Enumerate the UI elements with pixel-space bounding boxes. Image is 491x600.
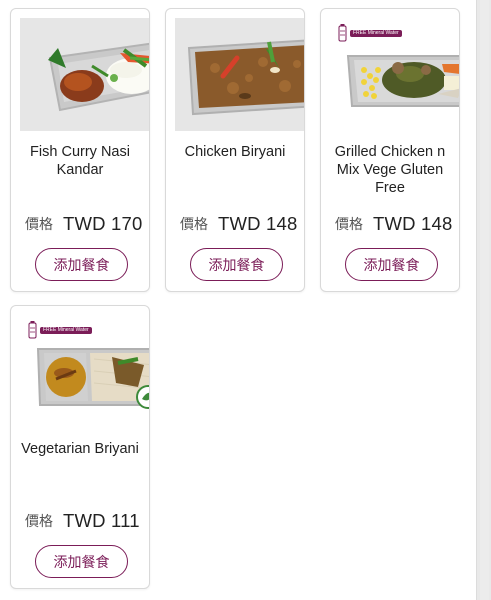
free-water-badge: FREE Mineral Water: [338, 24, 402, 42]
meal-photo-chicken-biryani: [175, 18, 304, 131]
meal-price-row: 價格 TWD 170: [25, 213, 143, 235]
vertical-scrollbar[interactable]: [476, 0, 491, 600]
price-label: 價格: [25, 216, 53, 232]
meal-price-row: 價格 TWD 111: [25, 510, 140, 532]
meal-card: Fish Curry Nasi Kandar 價格 TWD 170 添加餐食: [10, 8, 150, 292]
price-label: 價格: [25, 513, 53, 529]
add-meal-button[interactable]: 添加餐食: [345, 248, 438, 281]
free-water-badge: FREE Mineral Water: [28, 321, 92, 339]
meal-name: Fish Curry Nasi Kandar: [30, 144, 130, 178]
meal-card: Chicken Biryani 價格 TWD 148 添加餐食: [165, 8, 305, 292]
badge-text: FREE Mineral Water: [350, 29, 402, 37]
badge-text: FREE Mineral Water: [40, 326, 92, 334]
meal-price: TWD 170: [63, 213, 143, 234]
meal-price-row: 價格 TWD 148: [180, 213, 298, 235]
add-meal-button[interactable]: 添加餐食: [35, 248, 128, 281]
price-label: 價格: [180, 216, 208, 232]
meal-name: Vegetarian Briyani: [21, 441, 139, 457]
meal-photo-fish-curry: [20, 18, 149, 131]
scrollbar-thumb[interactable]: [480, 0, 489, 600]
add-meal-button[interactable]: 添加餐食: [190, 248, 283, 281]
water-bottle-icon: [338, 24, 347, 42]
meal-selection-page: Fish Curry Nasi Kandar 價格 TWD 170 添加餐食 C…: [0, 0, 491, 600]
meal-card: FREE Mineral Water Vegetarian Briyani 價格…: [10, 305, 150, 589]
meal-price: TWD 148: [373, 213, 453, 234]
water-bottle-icon: [28, 321, 37, 339]
meal-photo-vegetarian-biryani: FREE Mineral Water: [20, 315, 149, 428]
meal-price-row: 價格 TWD 148: [335, 213, 453, 235]
add-meal-button[interactable]: 添加餐食: [35, 545, 128, 578]
meal-card: FREE Mineral Water Grilled Chicken n Mix…: [320, 8, 460, 292]
meal-price: TWD 111: [63, 510, 140, 531]
meal-name: Chicken Biryani: [184, 144, 286, 160]
meal-name: Grilled Chicken n Mix Vege Gluten Free: [334, 144, 446, 196]
price-label: 價格: [335, 216, 363, 232]
meal-photo-grilled-chicken: FREE Mineral Water: [330, 18, 459, 131]
meal-price: TWD 148: [218, 213, 298, 234]
